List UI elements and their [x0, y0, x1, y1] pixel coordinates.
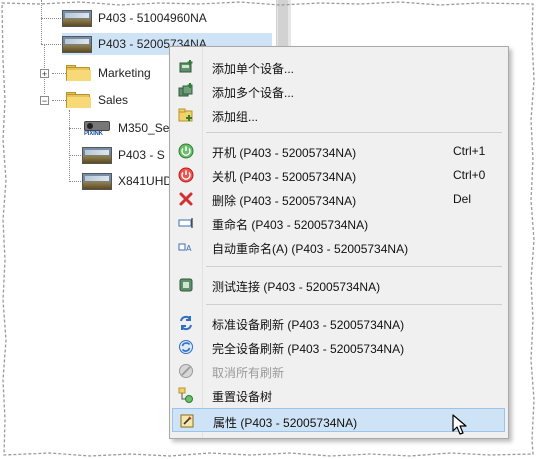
torn-paper-border — [1, 1, 535, 457]
